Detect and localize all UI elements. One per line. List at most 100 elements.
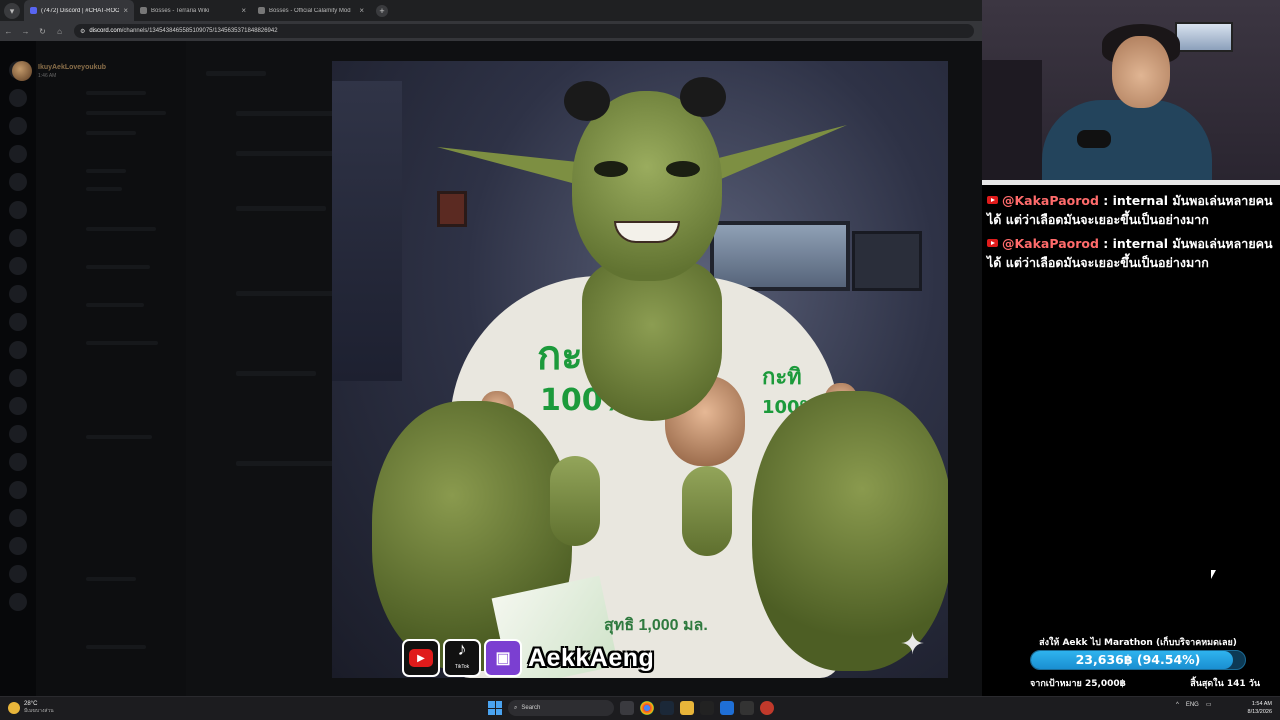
webcam-monitor — [1175, 22, 1233, 52]
donation-amount: 23,636฿ (94.54%) — [1075, 652, 1201, 667]
steam-icon[interactable] — [660, 701, 674, 715]
chrome-icon[interactable] — [640, 701, 654, 715]
task-view-icon[interactable] — [620, 701, 634, 715]
clock-time: 1:54 AM — [1251, 701, 1272, 707]
image-viewer[interactable]: กะทิ 100% กะทิ 100% สุทธิ 1,000 มล. — [332, 61, 948, 678]
sparkle-icon: ✦ — [900, 628, 926, 661]
reload-icon[interactable]: ↻ — [34, 27, 51, 36]
channel-item[interactable] — [86, 187, 122, 191]
channel-item[interactable] — [86, 303, 144, 307]
social-handles-overlay: ▶ ♪ TikTok ▣ AekkAeng — [402, 639, 654, 677]
channel-item[interactable] — [86, 341, 158, 345]
uploader-name[interactable]: IkuyAekLoveyoukub — [38, 64, 106, 71]
chat-message: @KakaPaorod : internal มันพอเล่นหลายคนได… — [987, 191, 1275, 229]
server-icon[interactable] — [9, 341, 27, 359]
channel-item[interactable] — [86, 577, 136, 581]
server-icon[interactable] — [9, 313, 27, 331]
right-ear — [707, 125, 847, 185]
server-icon[interactable] — [9, 593, 27, 611]
tab-calamity-wiki[interactable]: Bosses - Official Calamity Mod × — [252, 0, 370, 21]
app-icon[interactable] — [740, 701, 754, 715]
server-icon[interactable] — [9, 453, 27, 471]
server-icon[interactable] — [9, 173, 27, 191]
server-icon[interactable] — [9, 117, 27, 135]
tab-title: (7472) Discord | #CHAT-ROOM — [41, 7, 120, 14]
server-icon[interactable] — [9, 425, 27, 443]
file-explorer-icon[interactable] — [680, 701, 694, 715]
avatar[interactable] — [12, 61, 32, 81]
url-field[interactable]: ⚙ discord.com/channels/13454384655851090… — [74, 24, 974, 38]
chevron-up-icon[interactable]: ^ — [1176, 702, 1179, 708]
taskbar-search[interactable]: ⌕ Search — [508, 700, 614, 716]
channel-item[interactable] — [86, 645, 146, 649]
webcam-shelf — [982, 60, 1042, 180]
server-icon[interactable] — [9, 537, 27, 555]
server-icon[interactable] — [9, 509, 27, 527]
background-monitor — [710, 221, 850, 291]
upload-time: 1:46 AM — [38, 72, 57, 79]
server-icon[interactable] — [9, 481, 27, 499]
back-icon[interactable]: ← — [0, 27, 17, 36]
chat-message: @KakaPaorod : internal มันพอเล่นหลายคนได… — [987, 234, 1275, 272]
tab-title: Bosses - Terraria Wiki — [151, 7, 210, 14]
tab-discord[interactable]: (7472) Discord | #CHAT-ROOM × — [24, 0, 134, 21]
clock-date: 8/13/2026 — [1247, 709, 1272, 715]
language-indicator[interactable]: ENG — [1186, 702, 1199, 708]
background-picture-frame — [437, 191, 467, 227]
server-icon[interactable] — [9, 201, 27, 219]
streamer-body — [1042, 100, 1212, 180]
message-line — [236, 206, 326, 211]
network-icon[interactable]: ▭ — [1206, 701, 1212, 708]
app-icon[interactable] — [760, 701, 774, 715]
streamer-face — [1112, 36, 1170, 108]
close-icon[interactable]: × — [123, 6, 128, 15]
channel-item[interactable] — [86, 131, 136, 135]
message-line — [236, 151, 336, 156]
server-icon[interactable] — [9, 285, 27, 303]
tab-search-icon[interactable]: ▾ — [4, 2, 20, 19]
server-icon[interactable] — [9, 565, 27, 583]
chat-username: @KakaPaorod — [1002, 193, 1099, 208]
server-icon[interactable] — [9, 369, 27, 387]
webcam-feed — [982, 0, 1280, 180]
shirt-print-text: กะทิ — [762, 365, 802, 390]
new-tab-button[interactable]: + — [376, 4, 388, 17]
clock[interactable]: 1:54 AM 8/13/2026 — [1240, 700, 1272, 716]
windows-icon[interactable] — [488, 701, 502, 715]
weather-condition: มีเมฆบางส่วน — [24, 708, 54, 714]
forward-icon[interactable]: → — [17, 27, 34, 36]
image-uploader: IkuyAekLoveyoukub 1:46 AM — [12, 61, 106, 81]
channel-item[interactable] — [86, 91, 146, 95]
thumbs-up-right — [682, 466, 732, 556]
channel-item[interactable] — [86, 435, 152, 439]
system-tray: ^ ENG ▭ — [1176, 701, 1212, 709]
server-icon[interactable] — [9, 397, 27, 415]
message-line — [236, 291, 346, 296]
close-icon[interactable]: × — [241, 6, 246, 15]
server-icon[interactable] — [9, 229, 27, 247]
chat-username: @KakaPaorod — [1002, 236, 1099, 251]
mouse-cursor — [1211, 570, 1216, 579]
server-icon[interactable] — [9, 89, 27, 107]
close-icon[interactable]: × — [359, 6, 364, 15]
search-placeholder: Search — [521, 705, 541, 711]
wiki-icon — [140, 7, 147, 14]
twitch-icon: ▣ — [484, 639, 522, 677]
hair-bun — [564, 81, 610, 121]
weather-widget[interactable]: 28°C มีเมฆบางส่วน — [8, 701, 54, 714]
donation-goal-title: ส่งให้ Aekk ไป Marathon (เก็บบริจาคหมดเล… — [1039, 638, 1237, 648]
channel-item[interactable] — [86, 111, 166, 115]
home-icon[interactable]: ⌂ — [51, 27, 68, 36]
youtube-icon: ▶ — [402, 639, 440, 677]
youtube-icon — [987, 196, 998, 204]
channel-item[interactable] — [86, 227, 156, 231]
channel-item[interactable] — [86, 265, 150, 269]
capcut-icon[interactable] — [700, 701, 714, 715]
site-info-icon[interactable]: ⚙ — [80, 28, 85, 35]
server-icon[interactable] — [9, 257, 27, 275]
server-icon[interactable] — [9, 145, 27, 163]
channel-item[interactable] — [86, 169, 126, 173]
edge-icon[interactable] — [720, 701, 734, 715]
message-line — [236, 461, 336, 466]
tab-terraria-wiki[interactable]: Bosses - Terraria Wiki × — [134, 0, 252, 21]
